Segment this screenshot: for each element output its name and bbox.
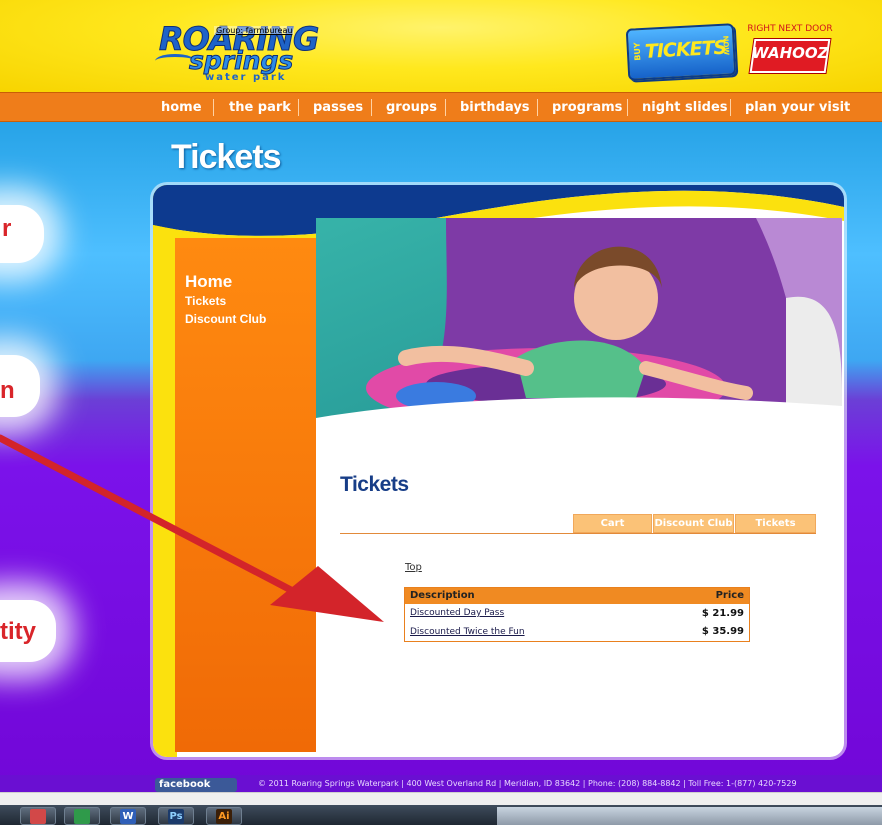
photoshop-icon: Ps [168, 809, 184, 824]
callout-text-3: tity [0, 618, 36, 645]
nav-plan-your-visit[interactable]: plan your visit [745, 100, 850, 115]
nav-divider [445, 99, 446, 116]
wahooz-tagline: RIGHT NEXT DOOR [747, 24, 833, 34]
nav-divider [298, 99, 299, 116]
header-description: Description [404, 587, 660, 604]
table-header-row: Description Price [404, 587, 750, 604]
word-icon: W [120, 809, 136, 824]
nav-divider [371, 99, 372, 116]
hero-photo [316, 218, 842, 430]
tabs-divider [340, 533, 816, 534]
callout-text-1: r [2, 215, 12, 242]
logo-word-springs: springs [188, 46, 294, 76]
taskbar-word[interactable]: W [110, 807, 146, 825]
nav-divider [627, 99, 628, 116]
facebook-button[interactable]: facebook [155, 778, 237, 792]
nav-divider [537, 99, 538, 116]
site-header: ROARING springs water park Group: farmbu… [0, 0, 882, 92]
content-title: Tickets [340, 473, 409, 496]
now-label: NOW [721, 35, 731, 56]
buy-tickets-button[interactable]: BUY TICKETS NOW [625, 23, 737, 81]
header-price: Price [659, 587, 750, 604]
sidebar: Home Tickets Discount Club [175, 238, 316, 752]
nav-home[interactable]: home [161, 100, 202, 115]
main-nav: home the park passes groups birthdays pr… [0, 92, 882, 122]
tab-discount-club[interactable]: Discount Club [653, 514, 734, 533]
taskbar-window-preview[interactable] [497, 807, 882, 825]
excel-icon [74, 809, 90, 824]
illustrator-icon: Ai [216, 809, 232, 824]
nav-the-park[interactable]: the park [229, 100, 291, 115]
taskbar-app-2[interactable] [64, 807, 100, 825]
taskbar-photoshop[interactable]: Ps [158, 807, 194, 825]
ticket-link-twice-the-fun[interactable]: Discounted Twice the Fun [405, 623, 660, 642]
page-title: Tickets [171, 138, 282, 176]
sidebar-item-tickets[interactable]: Tickets [185, 294, 226, 308]
table-row: Discounted Twice the Fun $ 35.99 [405, 623, 750, 642]
buy-label: BUY [632, 42, 643, 61]
tab-cart[interactable]: Cart [573, 514, 652, 533]
wahooz-link[interactable]: RIGHT NEXT DOOR WAHOOZ [744, 24, 836, 80]
top-link[interactable]: Top [405, 562, 422, 573]
nav-groups[interactable]: groups [386, 100, 437, 115]
horizontal-scrollbar[interactable] [0, 792, 882, 805]
footer-copyright: © 2011 Roaring Springs Waterpark | 400 W… [258, 779, 797, 788]
ticket-price: $ 35.99 [701, 626, 744, 638]
callout-text-2: n [0, 377, 15, 404]
group-tag-link[interactable]: Group: farmbureau [214, 26, 295, 35]
nav-programs[interactable]: programs [552, 100, 622, 115]
nav-passes[interactable]: passes [313, 100, 363, 115]
ticket-price: $ 21.99 [701, 607, 744, 619]
table-row: Discounted Day Pass $ 21.99 [405, 604, 750, 623]
taskbar-app-1[interactable] [20, 807, 56, 825]
wahooz-name: WAHOOZ [752, 44, 829, 62]
nav-birthdays[interactable]: birthdays [460, 100, 530, 115]
sidebar-item-home[interactable]: Home [185, 272, 232, 292]
sidebar-item-discount-club[interactable]: Discount Club [185, 312, 266, 326]
tab-tickets[interactable]: Tickets [735, 514, 816, 533]
logo-word-waterpark: water park [205, 72, 287, 83]
tickets-label: TICKETS [644, 36, 727, 63]
nav-night-slides[interactable]: night slides [642, 100, 728, 115]
price-table: Description Price Discounted Day Pass $ … [404, 587, 750, 642]
nav-divider [213, 99, 214, 116]
taskbar-illustrator[interactable]: Ai [206, 807, 242, 825]
app-icon [30, 809, 46, 824]
ticket-link-day-pass[interactable]: Discounted Day Pass [405, 604, 660, 623]
panel-yellow-stripe [153, 185, 177, 757]
nav-divider [730, 99, 731, 116]
